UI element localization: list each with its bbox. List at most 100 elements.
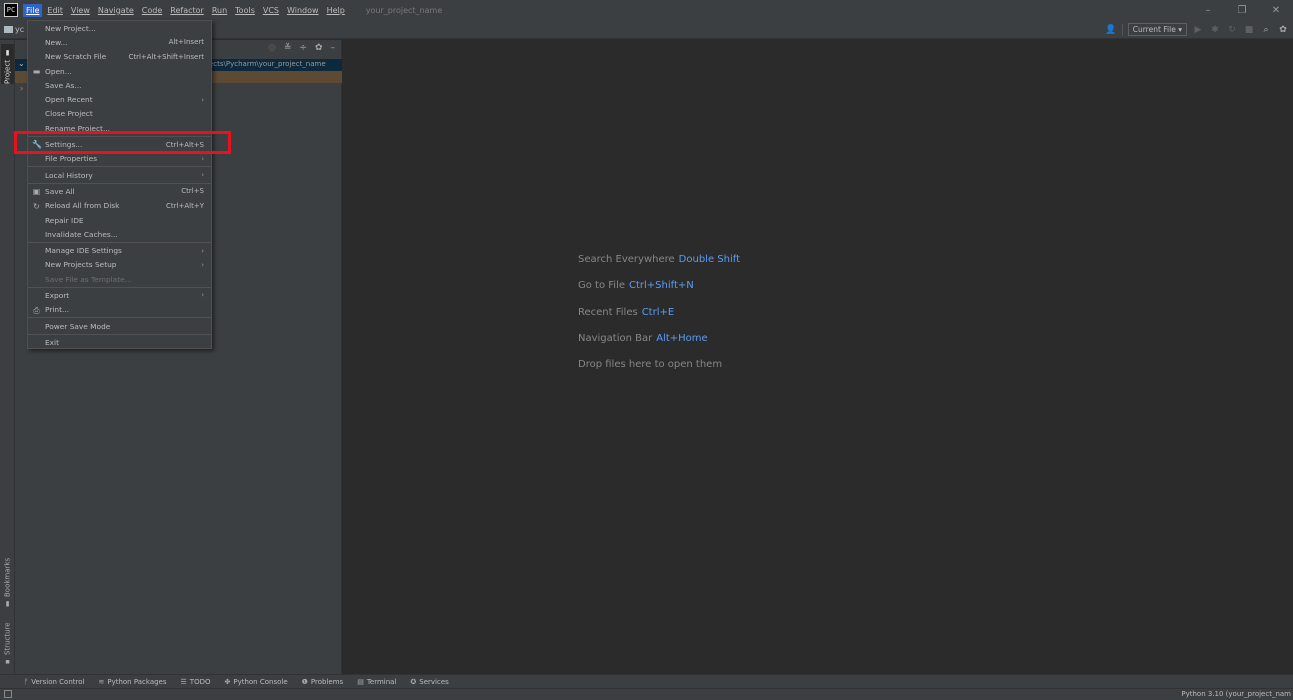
menu-item-manage-ide-settings[interactable]: Manage IDE Settings › xyxy=(28,243,211,257)
tab-label: Python Console xyxy=(233,677,288,686)
gear-icon[interactable]: ✿ xyxy=(1277,25,1289,35)
menu-item-label: Close Project xyxy=(45,109,93,119)
menu-refactor[interactable]: Refactor xyxy=(167,4,207,17)
run-configuration-select[interactable]: Current File ▾ xyxy=(1127,23,1187,36)
coverage-icon[interactable]: ↻ xyxy=(1226,25,1238,35)
menu-code[interactable]: Code xyxy=(139,4,165,17)
tab-project[interactable]: Project ▮ xyxy=(1,44,14,84)
status-bar: Python 3.10 (your_project_nam xyxy=(0,688,1293,700)
tool-windows-toggle-icon[interactable] xyxy=(4,690,12,698)
chevron-down-icon[interactable]: ⌄ xyxy=(18,59,25,68)
breadcrumb-project[interactable]: yc xyxy=(15,25,24,34)
hint-label: Recent Files xyxy=(578,307,638,318)
menu-item-repair-ide[interactable]: Repair IDE xyxy=(28,213,211,227)
collapse-all-icon[interactable]: ÷ xyxy=(299,43,307,53)
hint-label: Navigation Bar xyxy=(578,333,653,344)
chevron-right-icon: › xyxy=(201,246,204,255)
menu-item-label: New Scratch File xyxy=(45,52,107,62)
chevron-right-icon[interactable]: › xyxy=(20,84,23,93)
menu-item-power-save-mode[interactable]: Power Save Mode xyxy=(28,319,211,333)
menu-item-label: Reload All from Disk xyxy=(45,201,120,211)
hint-shortcut: Alt+Home xyxy=(656,333,708,344)
hint-drop-files: Drop files here to open them xyxy=(578,359,722,370)
python-icon: ✤ xyxy=(224,677,231,686)
python-interpreter-status[interactable]: Python 3.10 (your_project_nam xyxy=(1181,690,1291,698)
hide-icon[interactable]: – xyxy=(331,43,336,53)
structure-icon: ▪ xyxy=(3,658,12,666)
hint-recent-files: Recent Files Ctrl+E xyxy=(578,307,674,318)
tab-python-packages[interactable]: ≋ Python Packages xyxy=(98,678,166,686)
menu-help[interactable]: Help xyxy=(324,4,348,17)
menu-item-label: Export xyxy=(45,290,70,300)
menu-file[interactable]: File xyxy=(23,3,43,17)
menu-item-label: Save File as Template... xyxy=(45,274,132,284)
bookmarks-tab-label: Bookmarks xyxy=(3,557,12,597)
toolbar-separator xyxy=(1121,23,1123,36)
hint-shortcut: Ctrl+Shift+N xyxy=(629,280,694,291)
menu-item-new[interactable]: New... Alt+Insert xyxy=(28,35,211,49)
menu-item-label: Manage IDE Settings xyxy=(45,246,122,256)
menu-item-label: Save All xyxy=(45,186,75,196)
menu-item-new-scratch-file[interactable]: New Scratch File Ctrl+Alt+Shift+Insert xyxy=(28,50,211,64)
menu-view[interactable]: View xyxy=(68,4,93,17)
minimize-icon[interactable]: – xyxy=(1191,5,1225,16)
menu-item-open-recent[interactable]: Open Recent › xyxy=(28,92,211,106)
menu-item-new-project[interactable]: New Project... xyxy=(28,21,211,35)
hint-search-everywhere: Search Everywhere Double Shift xyxy=(578,254,740,265)
tab-label: Python Packages xyxy=(107,677,167,686)
menu-item-label: Save As... xyxy=(45,80,82,90)
folder-icon: ▮ xyxy=(3,49,12,58)
tab-services[interactable]: ✪ Services xyxy=(410,678,448,686)
menu-window[interactable]: Window xyxy=(284,4,322,17)
hint-label: Drop files here to open them xyxy=(578,359,723,370)
project-root-path: ects\Pycharm\your_project_name xyxy=(209,60,326,68)
menu-item-exit[interactable]: Exit xyxy=(28,335,211,349)
menu-vcs[interactable]: VCS xyxy=(260,4,282,17)
run-icon[interactable]: ▶ xyxy=(1192,25,1204,35)
menu-navigate[interactable]: Navigate xyxy=(95,4,137,17)
window-title: your_project_name xyxy=(365,5,443,15)
menu-item-print[interactable]: ⎙ Print... xyxy=(28,303,211,317)
hint-label: Search Everywhere xyxy=(578,254,675,265)
layers-icon: ≋ xyxy=(98,677,105,686)
user-icon[interactable]: 👤 xyxy=(1105,25,1117,35)
restore-icon[interactable]: ❐ xyxy=(1225,5,1259,16)
menu-item-label: Local History xyxy=(45,170,93,180)
menu-item-close-project[interactable]: Close Project xyxy=(28,107,211,121)
menu-item-new-projects-setup[interactable]: New Projects Setup › xyxy=(28,258,211,272)
search-icon[interactable]: ⌕ xyxy=(1260,25,1272,35)
menu-item-save-all[interactable]: ▣ Save All Ctrl+S xyxy=(28,184,211,198)
tab-structure[interactable]: ▪ Structure xyxy=(1,620,14,666)
structure-tab-label: Structure xyxy=(3,622,12,655)
breadcrumb[interactable]: yc xyxy=(4,25,24,34)
debug-icon[interactable]: ✱ xyxy=(1209,25,1221,35)
tab-label: Version Control xyxy=(31,677,85,686)
menu-item-open[interactable]: ▬ Open... xyxy=(28,64,211,78)
editor-area[interactable]: Search Everywhere Double Shift Go to File… xyxy=(343,40,1293,674)
left-tool-stripe: Project ▮ ▮ Bookmarks ▪ Structure xyxy=(0,40,15,674)
menu-item-invalidate-caches[interactable]: Invalidate Caches... xyxy=(28,227,211,241)
menu-run[interactable]: Run xyxy=(209,4,230,17)
tab-terminal[interactable]: ▤ Terminal xyxy=(357,678,396,686)
tab-bookmarks[interactable]: ▮ Bookmarks xyxy=(1,558,14,608)
gear-icon[interactable]: ✿ xyxy=(315,43,323,53)
tab-version-control[interactable]: ᚡ Version Control xyxy=(24,678,84,686)
locate-icon[interactable]: ◎ xyxy=(268,43,276,53)
stop-icon[interactable]: ■ xyxy=(1243,25,1255,35)
chevron-right-icon: › xyxy=(201,154,204,163)
tab-problems[interactable]: ❶ Problems xyxy=(302,678,344,686)
menu-item-label: Power Save Mode xyxy=(45,321,111,331)
menu-item-local-history[interactable]: Local History › xyxy=(28,168,211,182)
menu-item-reload-all[interactable]: ↻ Reload All from Disk Ctrl+Alt+Y xyxy=(28,199,211,213)
tab-todo[interactable]: ☰ TODO xyxy=(181,678,211,686)
close-icon[interactable]: ✕ xyxy=(1259,5,1293,16)
expand-all-icon[interactable]: ≚ xyxy=(284,43,292,53)
menu-item-export[interactable]: Export › xyxy=(28,288,211,302)
menu-item-label: Exit xyxy=(45,337,59,347)
chevron-right-icon: › xyxy=(201,291,204,300)
menu-item-save-as-template: Save File as Template... xyxy=(28,272,211,286)
tab-python-console[interactable]: ✤ Python Console xyxy=(224,678,287,686)
menu-edit[interactable]: Edit xyxy=(44,4,66,17)
menu-item-save-as[interactable]: Save As... xyxy=(28,78,211,92)
menu-tools[interactable]: Tools xyxy=(232,4,258,17)
